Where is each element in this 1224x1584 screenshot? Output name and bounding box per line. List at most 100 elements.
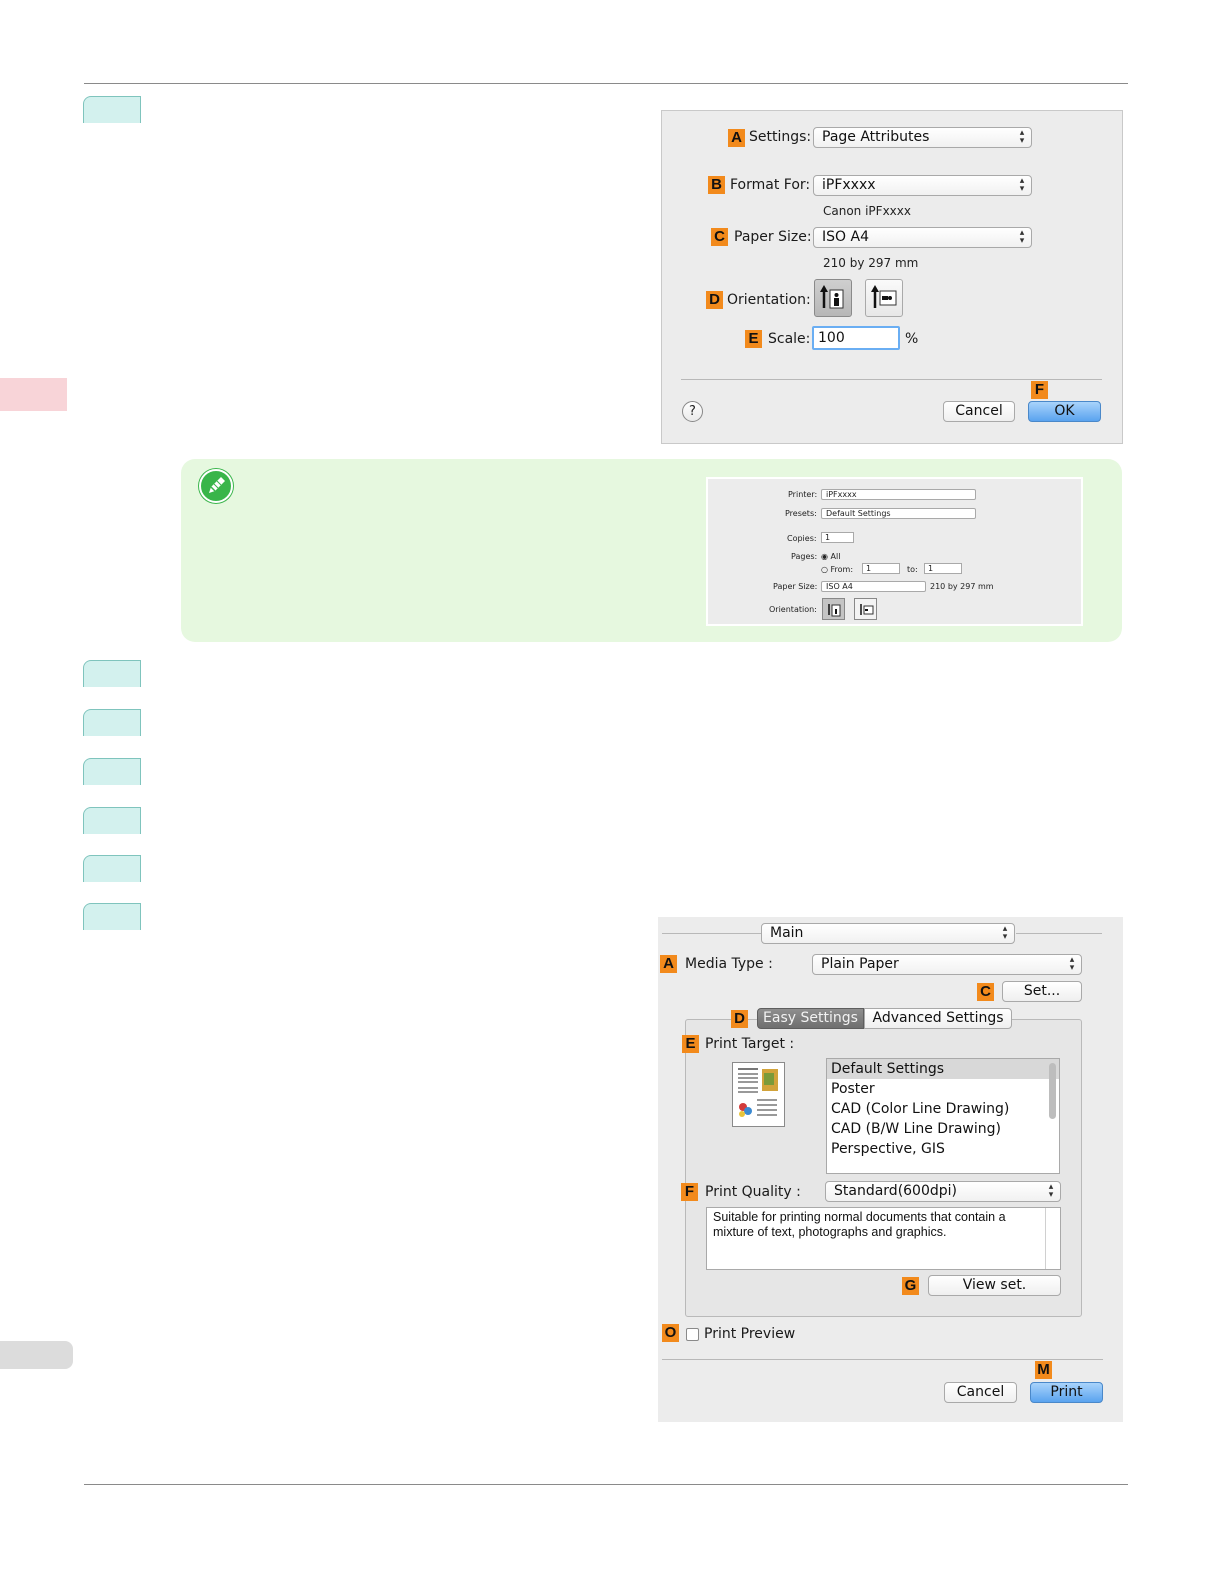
pages-all-radio: ◉ All [821, 552, 841, 561]
copies-label: Copies: [787, 534, 817, 543]
badge-e: E [682, 1035, 699, 1053]
paper-size-popup: ISO A4 [821, 581, 926, 592]
print-button[interactable]: Print [1030, 1382, 1103, 1403]
orientation-label: Orientation: [769, 605, 817, 614]
popup-arrows-icon: ▴ ▾ [1019, 128, 1025, 146]
badge-a: A [728, 129, 745, 147]
cancel-button[interactable]: Cancel [944, 1382, 1017, 1403]
print-quality-label: Print Quality : [705, 1184, 801, 1200]
top-rule [84, 83, 1128, 84]
scale-unit: % [905, 331, 919, 347]
to-field: 1 [924, 563, 962, 574]
note-pencil-icon [198, 468, 234, 504]
list-item[interactable]: Perspective, GIS [827, 1139, 1059, 1159]
badge-b: B [708, 176, 725, 194]
tab-advanced-settings-label: Advanced Settings [872, 1010, 1004, 1026]
format-for-label: Format For: [730, 177, 811, 193]
step-marker-6 [83, 855, 141, 882]
portrait-icon [820, 285, 844, 309]
list-item[interactable]: Poster [827, 1079, 1059, 1099]
step-marker-3 [83, 709, 141, 736]
step-marker-1 [83, 96, 141, 123]
ok-button[interactable]: OK [1028, 401, 1101, 422]
format-for-popup[interactable]: iPFxxxx ▴ ▾ [813, 175, 1032, 196]
orientation-portrait-button[interactable] [814, 279, 852, 317]
badge-e: E [745, 330, 762, 348]
pages-all-label: All [830, 552, 841, 561]
list-item[interactable]: Default Settings [827, 1059, 1059, 1079]
page-setup-dialog: A Settings: Page Attributes ▴ ▾ B Format … [661, 110, 1123, 444]
tab-advanced-settings[interactable]: Advanced Settings [864, 1008, 1012, 1029]
paper-size-label: Paper Size: [773, 582, 818, 591]
paper-size-value: ISO A4 [822, 229, 869, 245]
print-target-list[interactable]: Default Settings Poster CAD (Color Line … [826, 1058, 1060, 1174]
paper-size-dimensions: 210 by 297 mm [823, 256, 919, 270]
print-quality-description: Suitable for printing normal documents t… [713, 1210, 1006, 1239]
panel-popup[interactable]: Main ▴ ▾ [761, 923, 1015, 944]
description-scrollbar-track [1045, 1208, 1046, 1269]
paper-size-value: ISO A4 [826, 582, 853, 591]
mini-portrait-icon [822, 598, 845, 620]
pages-from-radio: ○ From: [821, 565, 854, 574]
printer-value: iPFxxxx [826, 490, 857, 499]
landscape-icon [871, 285, 897, 308]
list-item[interactable]: CAD (B/W Line Drawing) [827, 1119, 1059, 1139]
media-type-label: Media Type : [685, 956, 773, 972]
print-target-label: Print Target : [705, 1036, 795, 1052]
step-marker-2 [83, 660, 141, 687]
mini-landscape-icon [854, 598, 877, 620]
cancel-button[interactable]: Cancel [943, 401, 1015, 422]
badge-c: C [977, 983, 994, 1001]
scale-input[interactable] [812, 326, 900, 350]
print-quality-description-box: Suitable for printing normal documents t… [706, 1207, 1061, 1270]
bottom-rule [84, 1484, 1128, 1485]
print-dialog: Main ▴ ▾ A Media Type : Plain Paper ▴ ▾ C … [658, 917, 1123, 1422]
presets-label: Presets: [785, 509, 817, 518]
scale-label: Scale: [768, 331, 811, 347]
badge-d: D [731, 1010, 748, 1028]
copies-value: 1 [825, 533, 831, 542]
badge-c: C [711, 228, 728, 246]
print-preview-checkbox[interactable] [686, 1328, 699, 1341]
badge-d: D [706, 291, 723, 309]
badge-o: O [662, 1324, 679, 1342]
print-quality-popup[interactable]: Standard(600dpi) ▴ ▾ [825, 1181, 1061, 1202]
copies-field: 1 [821, 532, 854, 543]
format-for-description: Canon iPFxxxx [823, 204, 911, 218]
view-set-button[interactable]: View set. [928, 1275, 1061, 1296]
help-button[interactable]: ? [682, 401, 703, 422]
list-scrollbar[interactable] [1049, 1063, 1056, 1119]
from-field: 1 [862, 563, 900, 574]
popup-arrows-icon: ▴ ▾ [1019, 176, 1025, 194]
panel-value: Main [770, 925, 804, 941]
popup-arrows-icon: ▴ ▾ [1002, 924, 1008, 942]
popup-arrows-icon: ▴ ▾ [1019, 228, 1025, 246]
media-set-button[interactable]: Set... [1002, 981, 1082, 1002]
print-target-preview-image [732, 1062, 785, 1127]
list-item[interactable]: CAD (Color Line Drawing) [827, 1099, 1059, 1119]
panel-divider-left [662, 933, 762, 934]
badge-f: F [681, 1183, 698, 1201]
help-icon: ? [689, 404, 696, 419]
media-type-popup[interactable]: Plain Paper ▴ ▾ [812, 954, 1082, 975]
settings-value: Page Attributes [822, 129, 930, 145]
settings-popup[interactable]: Page Attributes ▴ ▾ [813, 127, 1032, 148]
popup-arrows-icon: ▴ ▾ [1048, 1182, 1054, 1200]
orientation-label: Orientation: [727, 292, 811, 308]
to-value: 1 [928, 564, 934, 573]
pages-from-label: From: [830, 565, 854, 574]
to-label: to: [907, 565, 918, 574]
step-marker-4 [83, 758, 141, 785]
popup-arrows-icon: ▴ ▾ [1069, 955, 1075, 973]
tab-easy-settings[interactable]: Easy Settings [757, 1008, 864, 1029]
paper-size-popup[interactable]: ISO A4 ▴ ▾ [813, 227, 1032, 248]
tab-easy-settings-label: Easy Settings [763, 1010, 858, 1026]
paper-size-label: Paper Size: [734, 229, 812, 245]
badge-m: M [1035, 1361, 1052, 1379]
pages-label: Pages: [791, 552, 818, 561]
badge-a: A [660, 955, 677, 973]
chapter-side-tab [0, 378, 67, 411]
orientation-landscape-button[interactable] [865, 279, 903, 317]
badge-g: G [902, 1277, 919, 1295]
badge-f: F [1031, 381, 1048, 399]
